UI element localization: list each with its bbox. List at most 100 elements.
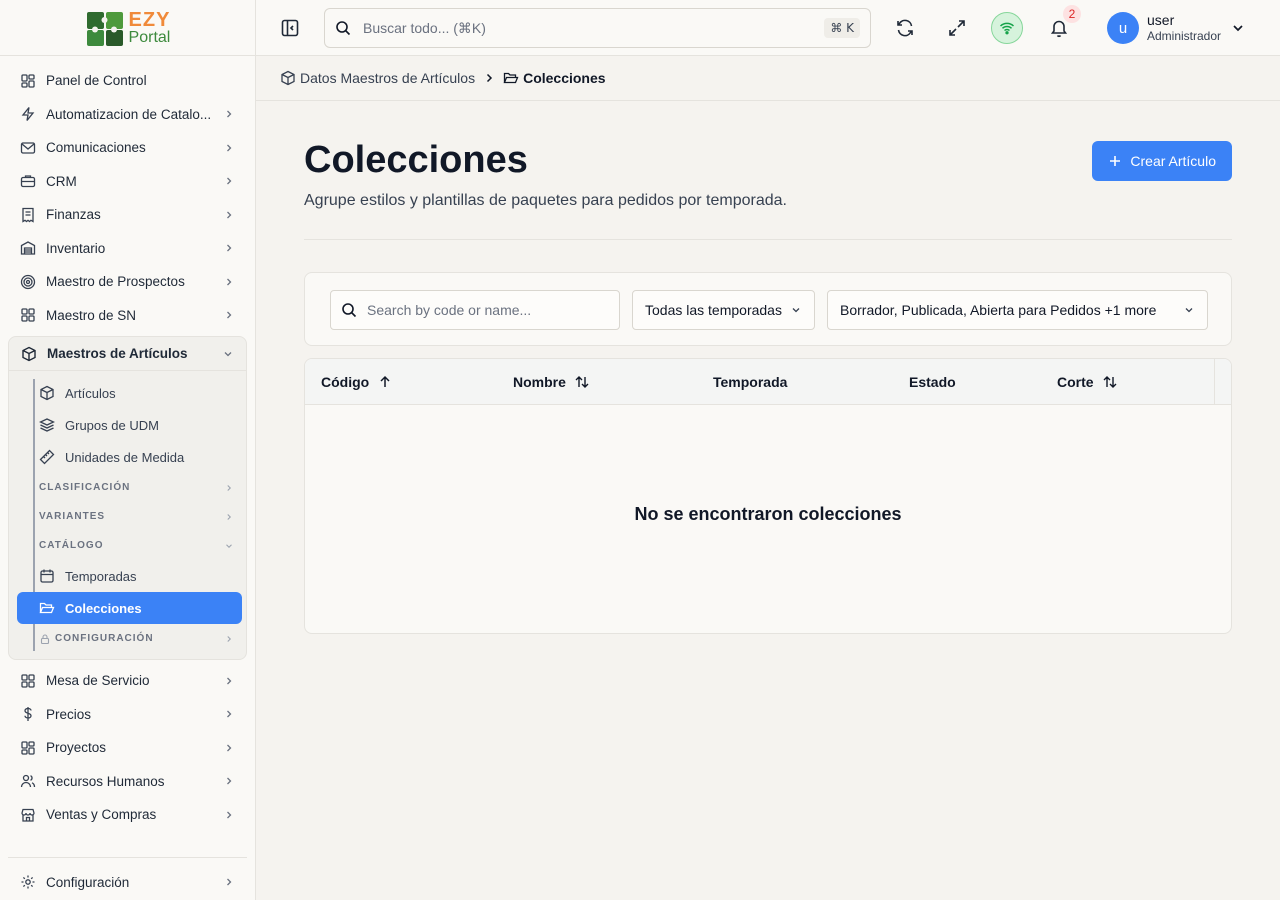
sidebar-item-panel-de-control[interactable]: Panel de Control [8,64,247,98]
sidebar-item-label: Colecciones [65,600,142,616]
sidebar-item-label: Finanzas [46,207,101,223]
sidebar-item-label: Recursos Humanos [46,773,165,789]
sidebar-group-header[interactable]: Maestros de Artículos [9,337,246,371]
sidebar-item-label: Configuración [46,874,130,890]
create-button[interactable]: Crear Artículo [1092,141,1232,181]
chevron-right-icon [223,142,235,154]
filter-bar: Search by code or name... Todas las temp… [304,272,1232,346]
sidebar-toggle-icon[interactable] [274,12,306,44]
create-button-label: Crear Artículo [1130,153,1216,169]
sidebar-item-crm[interactable]: CRM [8,165,247,199]
store-icon [20,807,36,823]
sidebar-item-label: Comunicaciones [46,140,146,156]
sidebar-section-label: VARIANTES [39,511,106,522]
divider [8,857,247,858]
sidebar-item-colecciones[interactable]: Colecciones [17,592,242,624]
sidebar-item-maestro-de-prospectos[interactable]: Maestro de Prospectos [8,265,247,299]
sidebar-item-maestro-de-sn[interactable]: Maestro de SN [8,299,247,333]
brand-logo[interactable]: EZY Portal [85,8,171,48]
chevron-right-icon [223,242,235,254]
warehouse-icon [20,240,36,256]
sidebar-section-label: CONFIGURACIÓN [55,633,154,644]
chevron-right-icon [223,708,235,720]
column-label: Temporada [713,374,788,390]
user-name: user [1147,12,1175,29]
sidebar-item-mesa-de-servicio[interactable]: Mesa de Servicio [8,664,247,698]
users-icon [20,773,36,789]
sidebar-section-variantes[interactable]: VARIANTES [17,502,242,531]
sidebar-item-grupos-de-udm[interactable]: Grupos de UDM [17,409,242,441]
sidebar-nav: Panel de Control Automatizacion de Catal… [0,56,255,832]
folder-open-icon [39,600,55,616]
sidebar-item-temporadas[interactable]: Temporadas [17,560,242,592]
empty-state-message: No se encontraron colecciones [634,504,902,524]
refresh-icon[interactable] [889,12,921,44]
sidebar-item-label: Precios [46,706,92,722]
sidebar-section-configuracion[interactable]: CONFIGURACIÓN [17,624,242,653]
sidebar-item-label: Maestro de Prospectos [46,274,185,290]
sidebar-item-ventas-y-compras[interactable]: Ventas y Compras [8,798,247,832]
user-menu[interactable]: u user Administrador [1107,12,1245,44]
chevron-down-icon [222,348,234,360]
breadcrumb-label: Datos Maestros de Artículos [300,70,476,86]
target-icon [20,274,36,290]
top-bar: Buscar todo... (⌘K) ⌘ K 2 u user Adminis… [256,0,1280,56]
sidebar-item-configuracion[interactable]: Configuración [8,864,247,900]
sidebar-section-label: CATÁLOGO [39,540,104,551]
sidebar-group-maestros-de-articulos: Maestros de Artículos Artículos Grupos d… [8,336,247,660]
sidebar-item-inventario[interactable]: Inventario [8,232,247,266]
sidebar-group-label: Maestros de Artículos [47,346,188,361]
connection-status-icon[interactable] [991,12,1023,44]
fullscreen-icon[interactable] [941,12,973,44]
plus-icon [1108,154,1122,168]
sidebar-item-automatizacion[interactable]: Automatizacion de Catalo... [8,98,247,132]
sidebar-item-recursos-humanos[interactable]: Recursos Humanos [8,765,247,799]
sidebar-item-label: Maestro de SN [46,307,137,323]
sidebar-item-unidades-de-medida[interactable]: Unidades de Medida [17,441,242,473]
sidebar-section-clasificacion[interactable]: CLASIFICACIÓN [17,473,242,502]
chevron-right-icon [223,175,235,187]
divider [304,239,1232,240]
column-header-codigo[interactable]: Código [321,359,393,405]
avatar: u [1107,12,1139,44]
chevron-down-icon [1231,21,1245,35]
sort-icon [1102,374,1118,390]
sidebar-item-label: Ventas y Compras [46,807,157,823]
package-icon [280,70,296,86]
sidebar-item-label: Artículos [65,385,116,401]
zap-icon [20,106,36,122]
search-input[interactable]: Search by code or name... [330,290,620,330]
sidebar-item-proyectos[interactable]: Proyectos [8,731,247,765]
sidebar: EZY Portal Panel de Control Automatizaci… [0,0,256,900]
global-search-input[interactable]: Buscar todo... (⌘K) ⌘ K [324,8,871,48]
search-icon [335,20,351,36]
sidebar-item-comunicaciones[interactable]: Comunicaciones [8,131,247,165]
breadcrumb-item-current: Colecciones [503,70,606,86]
search-icon [341,302,357,318]
column-header-nombre[interactable]: Nombre [513,359,590,405]
mail-icon [20,140,36,156]
page-title: Colecciones [304,139,528,181]
search-placeholder: Search by code or name... [367,302,532,318]
sidebar-item-label: Unidades de Medida [65,449,185,465]
season-select[interactable]: Todas las temporadas [632,290,815,330]
column-header-corte[interactable]: Corte [1057,359,1118,405]
sidebar-item-label: Temporadas [65,568,137,584]
sidebar-item-articulos[interactable]: Artículos [17,377,242,409]
sidebar-item-label: Inventario [46,240,106,256]
column-label: Corte [1057,374,1094,390]
receipt-icon [20,207,36,223]
chevron-right-icon [224,634,234,644]
breadcrumb-item-parent[interactable]: Datos Maestros de Artículos [280,70,475,86]
column-label: Código [321,374,370,390]
chevron-right-icon [223,876,235,888]
breadcrumb-label: Colecciones [523,70,606,86]
sidebar-section-catalogo[interactable]: CATÁLOGO [17,531,242,560]
sort-ascending-icon [377,374,393,390]
sidebar-item-finanzas[interactable]: Finanzas [8,198,247,232]
chevron-down-icon [1183,304,1195,316]
column-label: Estado [909,374,956,390]
status-select[interactable]: Borrador, Publicada, Abierta para Pedido… [827,290,1208,330]
layers-icon [39,417,55,433]
sidebar-item-precios[interactable]: Precios [8,698,247,732]
